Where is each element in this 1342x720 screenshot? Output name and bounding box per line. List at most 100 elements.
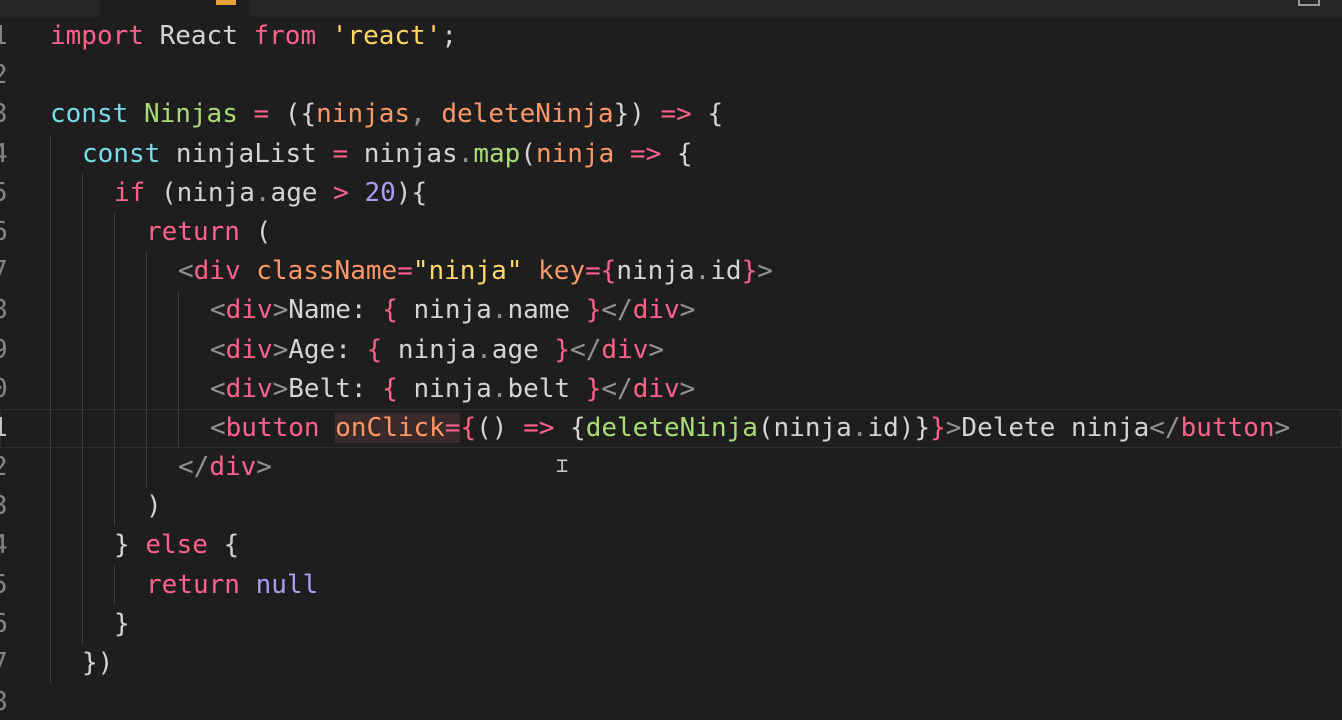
code-token: > <box>272 373 289 404</box>
code-token: } <box>114 530 130 561</box>
code-token: ninja <box>397 295 492 326</box>
code-token: map <box>473 138 521 169</box>
code-token: { <box>382 373 398 404</box>
indent-guide <box>50 330 51 370</box>
code-line-content: <div>Age: { ninja.age }</div> <box>210 331 664 370</box>
code-token: () <box>476 412 524 443</box>
code-token: . <box>476 334 492 365</box>
code-line[interactable]: 8<div>Name: { ninja.name }</div> <box>0 291 1342 331</box>
indent-guide <box>82 526 83 566</box>
code-line[interactable]: 4 const ninjaList = ninjas.map(ninja => { <box>0 134 1342 174</box>
code-token: = <box>397 256 413 287</box>
indent-guide <box>82 330 83 370</box>
code-line[interactable]: 9<div>Age: { ninja.age }</div> <box>0 330 1342 370</box>
code-token: ninjaList <box>160 138 333 169</box>
code-token: ninja <box>616 256 695 287</box>
indent-guide <box>114 212 115 253</box>
code-token: }) <box>613 99 661 130</box>
code-editor[interactable]: 1import React from 'react';23 const Ninja… <box>0 0 1342 720</box>
code-token: } <box>585 295 602 326</box>
code-token: { <box>661 138 693 169</box>
code-token: { <box>460 412 477 443</box>
code-token: className <box>256 256 398 287</box>
indent-guide <box>82 448 83 488</box>
code-line[interactable]: 4} else { <box>0 526 1342 566</box>
code-line-content: const ninjaList = ninjas.map(ninja => { <box>82 135 693 174</box>
line-number: 0 <box>0 370 12 409</box>
indent-guide <box>82 408 83 449</box>
code-token: > <box>333 177 349 208</box>
code-line-content: <div>Belt: { ninja.belt }</div> <box>210 370 695 409</box>
code-token: belt <box>507 373 586 404</box>
code-token: ; <box>441 21 458 51</box>
code-token: ) <box>146 491 162 522</box>
code-token: div <box>632 373 680 404</box>
indent-guide <box>146 369 147 409</box>
code-token: } <box>114 608 130 639</box>
code-token: > <box>679 373 696 404</box>
code-line[interactable]: 5 return null <box>0 565 1342 605</box>
code-token: ={ <box>585 256 617 287</box>
code-token: { <box>382 295 398 326</box>
code-token: return <box>146 216 240 247</box>
indent-guide <box>114 487 115 527</box>
code-line[interactable]: 2 <box>0 56 1342 95</box>
code-token: ({ <box>269 99 317 130</box>
code-token: } <box>554 334 571 365</box>
tab-active-file[interactable] <box>100 0 250 17</box>
indent-guide <box>146 448 147 488</box>
indent-guide <box>50 291 51 331</box>
code-line[interactable]: 5 if (ninja.age > 20){ <box>0 173 1342 213</box>
indent-guide <box>50 173 51 213</box>
code-line[interactable]: 6} <box>0 604 1342 644</box>
code-line-content: <div className="ninja" key={ninja.id}> <box>178 252 773 291</box>
line-number: 8 <box>0 291 12 330</box>
code-line[interactable]: 7}) <box>0 644 1342 684</box>
code-line[interactable]: 3) <box>0 487 1342 527</box>
code-token: < <box>178 256 194 287</box>
code-line[interactable]: 0<div>Belt: { ninja.belt }</div> <box>0 369 1342 409</box>
code-line[interactable]: 3 const Ninjas = ({ninjas, deleteNinja}) … <box>0 95 1342 134</box>
indent-guide <box>82 173 83 213</box>
code-token: { <box>691 99 724 130</box>
line-number: 3 <box>0 95 12 134</box>
indent-guide <box>114 252 115 292</box>
code-token: key <box>538 256 586 287</box>
code-token: React <box>143 21 254 51</box>
code-line[interactable]: 2 </div> <box>0 448 1342 488</box>
code-token: } <box>741 256 758 287</box>
tab-bar <box>0 0 1342 17</box>
code-line-content: import React from 'react'; <box>50 17 457 56</box>
code-token: from <box>253 21 317 51</box>
indent-guide <box>146 330 147 370</box>
indent-guide <box>82 565 83 605</box>
code-token: < <box>210 373 226 404</box>
code-line[interactable]: 6 return ( <box>0 212 1342 253</box>
code-token: , <box>410 99 442 130</box>
code-token: { <box>366 334 383 365</box>
code-line[interactable]: 7 <div className="ninja" key={ninja.id}> <box>0 252 1342 292</box>
line-number: 4 <box>0 526 12 565</box>
code-token: const <box>50 99 129 130</box>
code-token: name <box>507 295 586 326</box>
code-token: < <box>210 334 226 365</box>
indent-guide <box>50 644 51 684</box>
indent-guide <box>178 330 179 370</box>
code-token: null <box>255 569 319 600</box>
code-token: = <box>444 412 461 443</box>
indent-guide <box>82 252 83 292</box>
code-line[interactable]: 1 import React from 'react'; <box>0 17 1342 56</box>
code-token: 20 <box>364 177 396 208</box>
code-line[interactable]: 1<button onClick={() => {deleteNinja(nin… <box>0 408 1342 449</box>
code-token: </ <box>601 295 633 326</box>
code-line-content: const Ninjas = ({ninjas, deleteNinja}) =… <box>50 95 723 134</box>
code-token: ){ <box>395 177 428 208</box>
code-token: id <box>710 256 742 287</box>
split-editor-icon[interactable] <box>1298 0 1320 6</box>
code-line[interactable]: 8 <box>0 683 1342 720</box>
line-number: 6 <box>0 213 12 252</box>
code-area[interactable]: 1import React from 'react';23 const Ninja… <box>0 17 1342 720</box>
indent-guide <box>50 565 51 605</box>
